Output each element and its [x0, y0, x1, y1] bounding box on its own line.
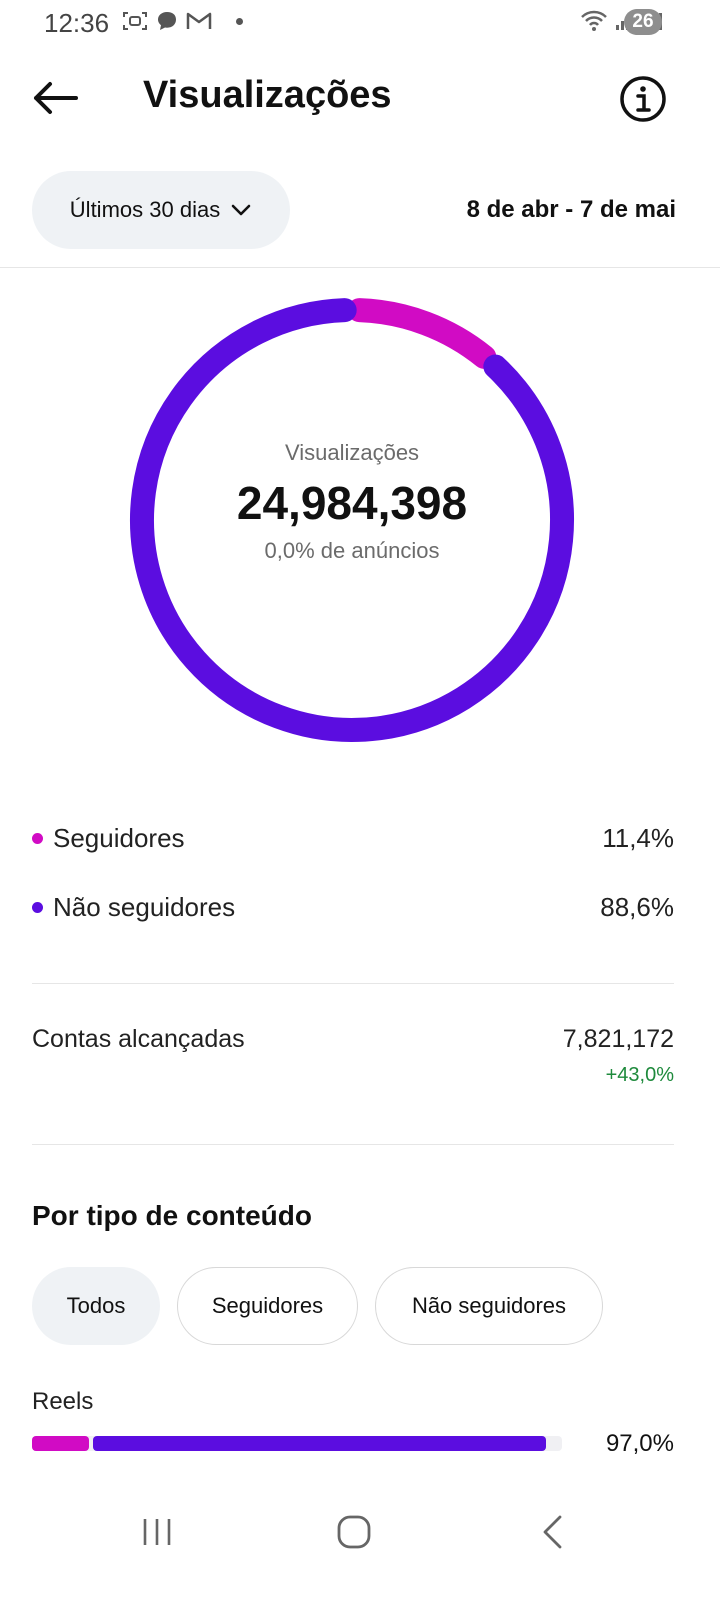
donut-segment-seguidores: [347, 298, 497, 369]
reach-change: +43,0%: [605, 1064, 674, 1086]
page-title: Visualizações: [143, 74, 392, 116]
divider: [32, 1144, 674, 1145]
period-label: Últimos 30 dias: [69, 197, 221, 222]
reels-percent: 97,0%: [605, 1430, 674, 1457]
home-button[interactable]: [319, 1502, 389, 1562]
recent-apps-button[interactable]: [122, 1502, 192, 1562]
donut-label: Visualizações: [284, 440, 420, 465]
chat-bubble-icon: [158, 12, 176, 30]
reach-label: Contas alcançadas: [32, 1025, 245, 1053]
status-time: 12:36: [44, 8, 110, 38]
chip-non-followers[interactable]: Não seguidores: [375, 1267, 603, 1345]
donut-center: Visualizações 24,984,398 0,0% de anúncio…: [120, 440, 584, 564]
back-button[interactable]: [30, 76, 80, 120]
reels-non-followers-segment: [92, 1436, 547, 1451]
ads-note: 0,0% de anúncios: [264, 538, 440, 563]
system-nav-bar: [0, 1488, 720, 1600]
legend-item-non-followers: Não seguidores 88,6%: [32, 887, 674, 927]
status-bar: 12:36 26: [0, 0, 720, 48]
divider: [32, 983, 674, 984]
back-chevron-icon: [543, 1515, 562, 1549]
battery-indicator: 26: [624, 9, 662, 35]
home-icon: [337, 1515, 371, 1549]
date-range: 8 de abr - 7 de mai: [466, 196, 676, 223]
chip-all[interactable]: Todos: [32, 1267, 160, 1345]
notification-icons: [122, 10, 243, 32]
screenshot-icon: [123, 12, 147, 30]
legend-value: 88,6%: [600, 891, 674, 922]
total-views-value: 24,984,398: [236, 477, 468, 529]
info-icon: [620, 76, 666, 122]
non-followers-dot: [32, 901, 43, 913]
back-nav-button[interactable]: [517, 1502, 587, 1562]
chevron-down-icon: [231, 204, 251, 216]
legend-label: Não seguidores: [53, 891, 236, 922]
section-title: Por tipo de conteúdo: [32, 1200, 312, 1231]
arrow-left-icon: [34, 82, 78, 114]
content-type-label: Reels: [32, 1388, 94, 1415]
info-button[interactable]: [618, 74, 668, 124]
reels-progress-bar: [32, 1436, 562, 1451]
chip-followers[interactable]: Seguidores: [177, 1267, 358, 1345]
recent-apps-icon: [143, 1519, 171, 1545]
divider: [0, 267, 720, 268]
followers-dot: [32, 832, 43, 844]
legend-item-followers: Seguidores 11,4%: [32, 818, 674, 858]
top-app-bar: Visualizações: [0, 60, 720, 140]
period-dropdown[interactable]: Últimos 30 dias: [32, 171, 290, 249]
legend-value: 11,4%: [602, 822, 674, 853]
reels-followers-segment: [32, 1436, 89, 1451]
notification-dot: [236, 17, 243, 25]
gmail-icon: [186, 12, 212, 29]
legend-label: Seguidores: [53, 822, 185, 853]
reach-value: 7,821,172: [562, 1025, 674, 1053]
wifi-icon: [581, 10, 607, 31]
